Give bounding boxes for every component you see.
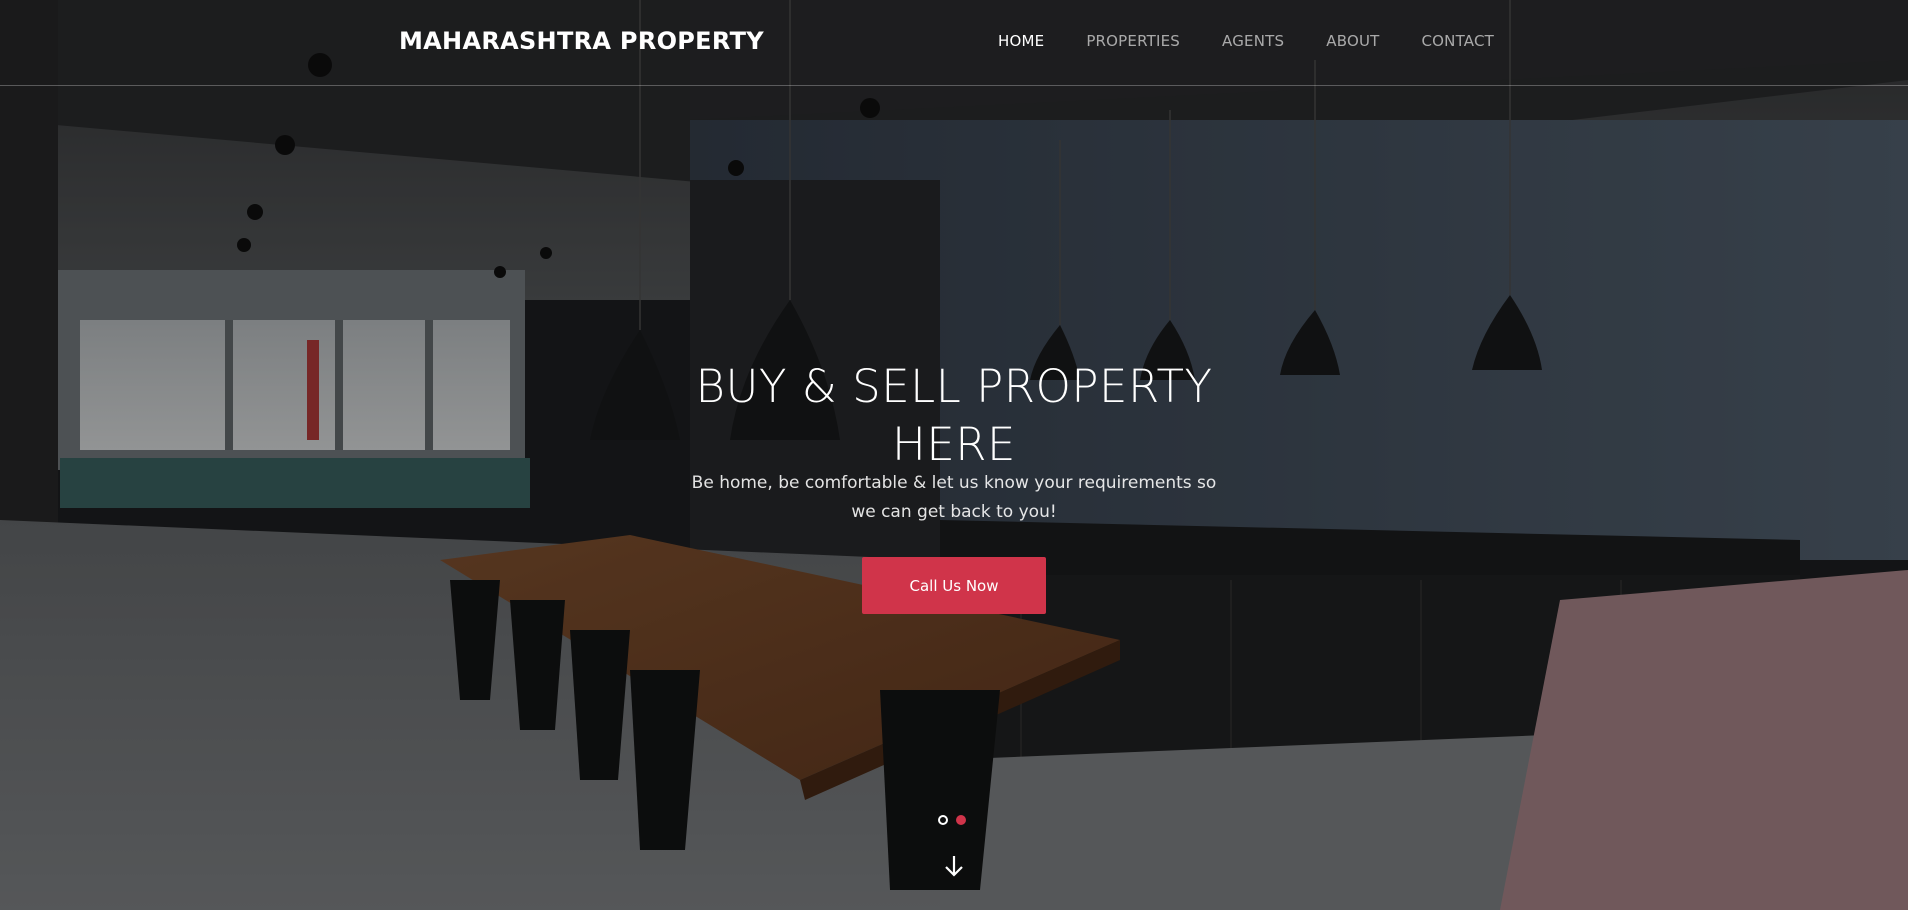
navbar: MAHARASHTRA PROPERTY HOME PROPERTIES AGE… <box>0 0 1908 86</box>
arrow-down-icon[interactable] <box>943 854 965 878</box>
slide-dot-1[interactable] <box>938 815 948 825</box>
brand-logo[interactable]: MAHARASHTRA PROPERTY <box>399 27 764 55</box>
hero-section: MAHARASHTRA PROPERTY HOME PROPERTIES AGE… <box>0 0 1908 910</box>
slide-dot-2[interactable] <box>956 815 966 825</box>
hero-subtitle: Be home, be comfortable & let us know yo… <box>691 473 1217 522</box>
slider-indicators <box>938 815 966 825</box>
main-nav: HOME PROPERTIES AGENTS ABOUT CONTACT <box>998 32 1536 50</box>
nav-item-agents[interactable]: AGENTS <box>1222 32 1284 50</box>
nav-item-contact[interactable]: CONTACT <box>1422 32 1495 50</box>
nav-item-properties[interactable]: PROPERTIES <box>1086 32 1180 50</box>
nav-item-home[interactable]: HOME <box>998 32 1044 50</box>
hero-title: BUY & SELL PROPERTY HERE <box>695 360 1213 472</box>
call-us-now-button[interactable]: Call Us Now <box>862 557 1046 614</box>
nav-item-about[interactable]: ABOUT <box>1326 32 1379 50</box>
